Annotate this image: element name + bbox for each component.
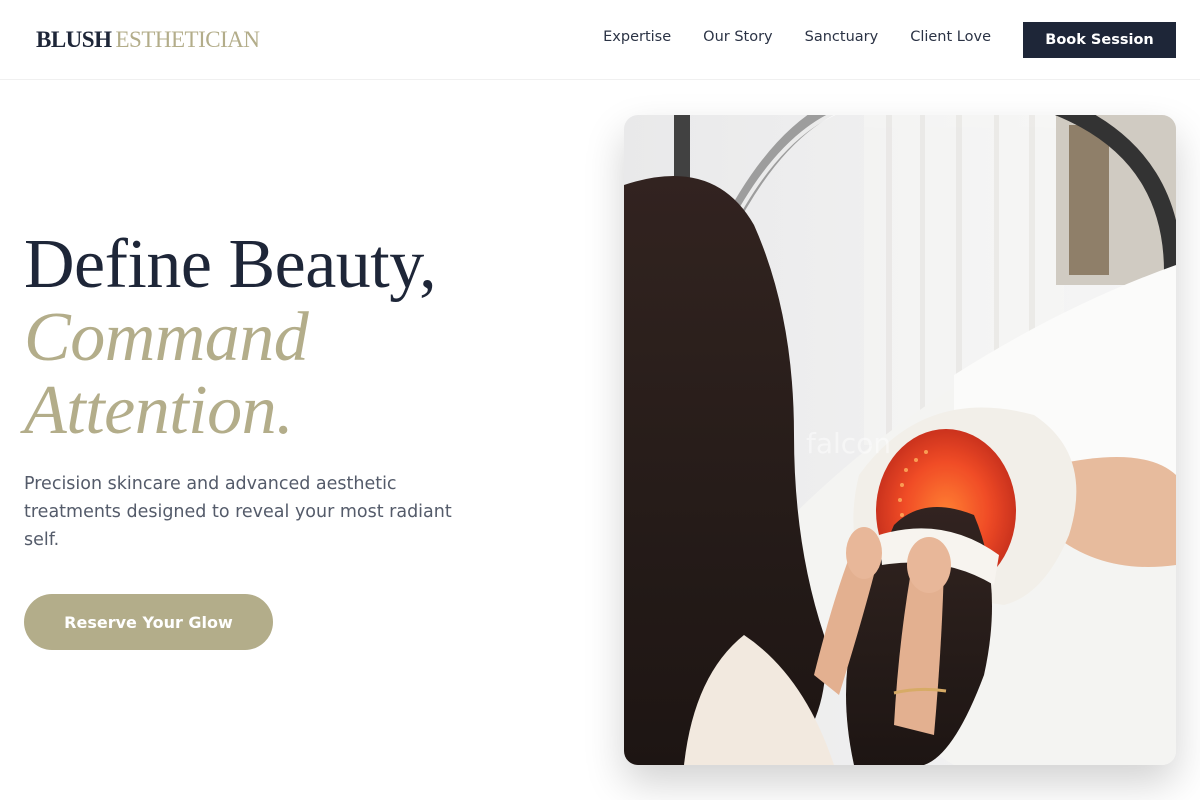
logo[interactable]: BLUSH ESTHETICIAN — [36, 27, 260, 53]
nav-link-client-love[interactable]: Client Love — [910, 29, 991, 45]
headline-line-2: Command — [24, 299, 309, 376]
main-nav: Expertise Our Story Sanctuary Client Lov… — [603, 29, 991, 45]
site-header: BLUSH ESTHETICIAN Expertise Our Story San… — [0, 0, 1200, 80]
logo-tag: ESTHETICIAN — [115, 27, 260, 52]
led-therapy-illustration — [624, 115, 1176, 765]
headline-line-1: Define Beauty, — [24, 226, 437, 303]
hero-subtext: Precision skincare and advanced aestheti… — [24, 474, 452, 550]
hero-image: falcon — [624, 115, 1176, 765]
hero-headline: Define Beauty, Command Attention. — [24, 228, 584, 447]
headline-line-3: Attention. — [24, 372, 294, 449]
reserve-glow-button[interactable]: Reserve Your Glow — [24, 594, 273, 650]
nav-link-sanctuary[interactable]: Sanctuary — [805, 29, 879, 45]
nav-link-our-story[interactable]: Our Story — [703, 29, 772, 45]
nav-link-expertise[interactable]: Expertise — [603, 29, 671, 45]
book-session-button[interactable]: Book Session — [1023, 22, 1176, 58]
logo-brand: BLUSH — [36, 27, 112, 52]
image-watermark: falcon — [806, 427, 892, 460]
